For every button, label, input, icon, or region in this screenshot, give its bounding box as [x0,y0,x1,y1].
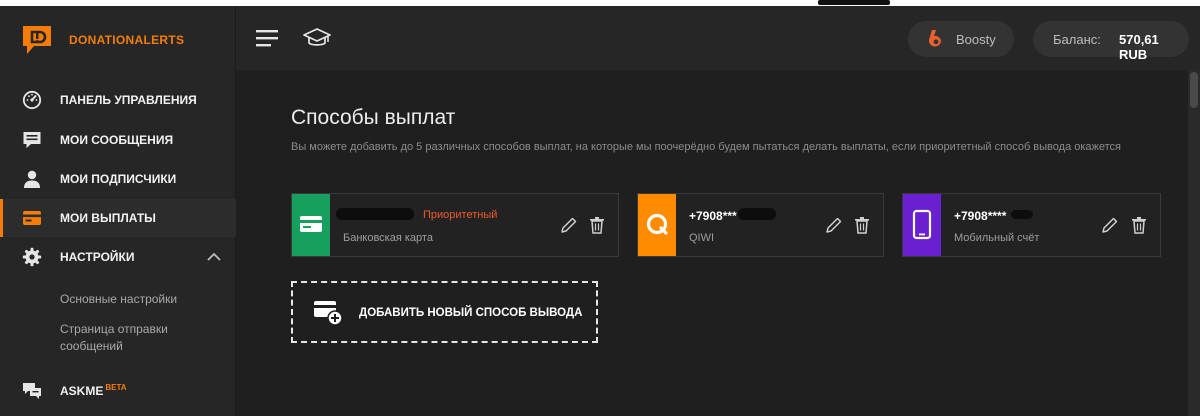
method-type-label: Банковская карта [343,232,433,244]
sidebar-item-label: МОИ ПОДПИСЧИКИ [60,172,177,186]
settings-sub-message-page[interactable]: Страница отправки сообщений [60,321,190,355]
sidebar-item-label: МОИ ВЫПЛАТЫ [60,211,156,225]
donationalerts-logo-icon [23,26,51,54]
user-icon [24,170,40,188]
mobile-phone-icon [903,194,941,256]
redaction-scribble [738,208,776,220]
qiwi-icon [638,194,676,256]
message-icon [23,132,41,148]
redaction-scribble [1011,210,1033,219]
gear-icon [22,247,42,267]
method-number: +7908**** [954,209,1007,223]
trash-delete-icon[interactable] [854,216,870,234]
sidebar-item-label: НАСТРОЙКИ [60,250,135,264]
pencil-edit-icon[interactable] [560,216,578,234]
boosty-button[interactable]: Boosty [908,21,1014,57]
redaction-scribble [818,0,890,5]
sidebar-item-label: ASKME BETA [60,383,127,398]
boosty-label: Boosty [956,32,996,47]
pencil-edit-icon[interactable] [1101,216,1119,234]
sidebar-item-subscribers[interactable]: МОИ ПОДПИСЧИКИ [0,160,236,198]
brand-name: DONATIONALERTS [69,33,185,47]
wallet-icon [23,211,41,225]
method-type-label: Мобильный счёт [954,232,1040,244]
dashboard-gauge-icon [22,90,42,110]
add-payout-method-button[interactable]: ДОБАВИТЬ НОВЫЙ СПОСОБ ВЫВОДА [291,281,598,343]
balance-label: Баланс: [1053,32,1101,47]
method-type-label: QIWI [689,232,715,244]
settings-sub-general[interactable]: Основные настройки [60,291,177,308]
trash-delete-icon[interactable] [589,216,605,234]
sidebar-item-messages[interactable]: МОИ СООБЩЕНИЯ [0,121,236,159]
redaction-scribble [336,208,414,220]
scroll-thumb[interactable] [1190,72,1198,108]
page-title: Способы выплат [291,106,456,129]
method-number: +7908*** [689,209,737,223]
sidebar-item-askme[interactable]: ASKME BETA [0,372,236,410]
pencil-edit-icon[interactable] [825,216,843,234]
trash-delete-icon[interactable] [1131,216,1147,234]
balance-pill: Баланс: 570,61 RUB [1033,21,1189,62]
brand[interactable]: DONATIONALERTS [0,6,236,72]
add-card-icon [314,301,343,326]
balance-value: 570,61 RUB [1119,32,1159,62]
priority-badge: Приоритетный [423,209,498,221]
vertical-scrollbar[interactable] [1188,70,1200,416]
header: Boosty Баланс: 570,61 RUB [236,6,1200,70]
sidebar-item-payouts[interactable]: МОИ ВЫПЛАТЫ [0,199,236,237]
beta-badge: BETA [105,383,127,392]
payout-method-card: Приоритетный Банковская карта [291,193,619,257]
askme-label: ASKME [60,384,104,398]
sidebar-item-label: ПАНЕЛЬ УПРАВЛЕНИЯ [60,93,197,107]
payout-method-card: +7908**** Мобильный счёт [902,193,1161,257]
sidebar-item-settings[interactable]: НАСТРОЙКИ [0,238,236,276]
bank-card-icon [292,194,330,256]
sidebar-item-label: МОИ СООБЩЕНИЯ [60,133,174,147]
boosty-logo-icon [928,30,941,47]
graduation-cap-icon[interactable] [303,26,331,50]
sidebar-item-dashboard[interactable]: ПАНЕЛЬ УПРАВЛЕНИЯ [0,81,236,119]
payout-method-card: +7908*** QIWI [637,193,884,257]
sidebar: DONATIONALERTS ПАНЕЛЬ УПРАВЛЕНИЯ МОИ СОО… [0,6,236,416]
hamburger-menu-icon[interactable] [256,30,278,47]
chevron-up-icon[interactable] [206,251,222,263]
chat-icon [23,383,41,399]
add-button-label: ДОБАВИТЬ НОВЫЙ СПОСОБ ВЫВОДА [359,307,583,319]
page-description: Вы можете добавить до 5 различных способ… [291,141,1122,153]
